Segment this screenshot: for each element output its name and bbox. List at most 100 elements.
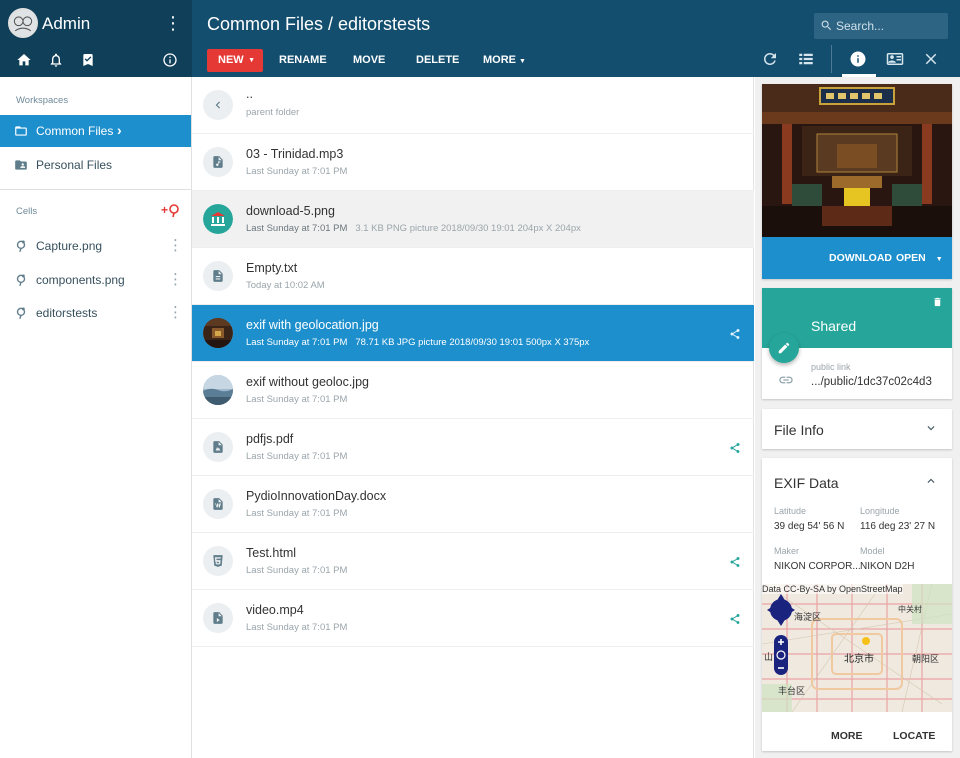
trash-icon[interactable]	[932, 296, 943, 308]
refresh-icon[interactable]	[761, 50, 779, 68]
delete-button[interactable]: DELETE	[416, 49, 459, 72]
map-pan-control[interactable]	[766, 590, 796, 630]
music-file-icon	[203, 147, 233, 177]
file-row[interactable]: 03 - Trinidad.mp3 Last Sunday at 7:01 PM	[192, 134, 754, 191]
user-header: Admin ⋮	[0, 0, 192, 77]
download-button[interactable]: DOWNLOAD	[829, 252, 892, 264]
sidebar-item-cell-capture[interactable]: Capture.png ⋮	[0, 230, 191, 262]
user-menu-icon[interactable]: ⋮	[164, 13, 182, 33]
file-row[interactable]: Empty.txt Today at 10:02 AM	[192, 248, 754, 305]
map-label: 朝阳区	[912, 654, 940, 664]
file-row[interactable]: video.mp4 Last Sunday at 7:01 PM	[192, 590, 754, 647]
file-name: video.mp4	[246, 603, 304, 617]
pdf-file-icon	[203, 432, 233, 462]
sidebar-divider	[0, 189, 191, 190]
move-button[interactable]: MOVE	[353, 49, 385, 72]
file-meta: Last Sunday at 7:01 PM	[246, 565, 348, 576]
info-panel-icon[interactable]	[849, 50, 867, 68]
details-card-icon[interactable]	[886, 50, 904, 68]
more-vert-icon[interactable]: ⋮	[168, 236, 183, 254]
preview-image[interactable]	[762, 84, 952, 237]
model-label: Model	[860, 546, 885, 556]
file-row[interactable]: download-5.png Last Sunday at 7:01 PM 3.…	[192, 191, 754, 248]
more-vert-icon[interactable]: ⋮	[168, 270, 183, 288]
link-icon	[778, 372, 794, 388]
close-icon[interactable]	[922, 50, 940, 68]
palace-thumb-icon	[203, 318, 233, 348]
file-list: .. parent folder 03 - Trinidad.mp3 Last …	[192, 77, 754, 758]
bell-icon[interactable]	[48, 52, 64, 68]
html5-file-icon	[203, 546, 233, 576]
latitude-value: 39 deg 54' 56 N	[774, 521, 845, 532]
file-meta: Last Sunday at 7:01 PM	[246, 508, 348, 519]
home-icon[interactable]	[16, 52, 32, 68]
more-vert-icon[interactable]: ⋮	[168, 303, 183, 321]
share-icon[interactable]	[729, 441, 741, 453]
share-icon[interactable]	[729, 327, 741, 339]
sidebar-item-personal-files[interactable]: Personal Files	[0, 149, 191, 181]
file-name: ..	[246, 87, 253, 101]
more-button[interactable]: MORE ▼	[483, 49, 526, 72]
location-map[interactable]: Data CC-By-SA by OpenStreetMap 海淀区 北京市 丰…	[762, 584, 952, 712]
rename-button[interactable]: RENAME	[279, 49, 327, 72]
file-row[interactable]: pdfjs.pdf Last Sunday at 7:01 PM	[192, 419, 754, 476]
file-row[interactable]: PydioInnovationDay.docx Last Sunday at 7…	[192, 476, 754, 533]
shared-title: Shared	[811, 318, 857, 334]
cell-icon	[14, 239, 28, 253]
share-icon[interactable]	[729, 555, 741, 567]
new-button[interactable]: NEW ▼	[207, 49, 263, 72]
add-cell-icon[interactable]: +	[161, 202, 181, 218]
sidebar-item-cell-components[interactable]: components.png ⋮	[0, 264, 191, 296]
map-label: 山	[764, 652, 774, 662]
quick-access-bar	[10, 52, 185, 70]
file-row[interactable]: Test.html Last Sunday at 7:01 PM	[192, 533, 754, 590]
list-view-icon[interactable]	[797, 50, 815, 68]
avatar[interactable]	[8, 8, 38, 38]
top-bar: Admin ⋮ Common Files / editorstests NEW ▼…	[0, 0, 960, 77]
map-label: 中关村	[898, 605, 922, 614]
public-link-value[interactable]: .../public/1dc37c02c4d3	[811, 376, 932, 388]
cell-icon	[14, 273, 28, 287]
file-info-title: File Info	[774, 422, 824, 438]
sidebar-item-cell-editorstests[interactable]: editorstests ⋮	[0, 297, 191, 329]
file-name: PydioInnovationDay.docx	[246, 489, 387, 503]
edit-share-button[interactable]	[769, 333, 799, 363]
open-button[interactable]: OPEN ▼	[896, 252, 943, 264]
info-panel: DOWNLOAD OPEN ▼ Shared public link .../pu…	[755, 77, 960, 758]
map-zoom-control[interactable]	[774, 635, 788, 675]
locate-button[interactable]: LOCATE	[893, 730, 935, 742]
share-icon[interactable]	[729, 612, 741, 624]
file-meta-line: Last Sunday at 7:01 PM 3.1 KB PNG pictur…	[246, 223, 581, 234]
user-name[interactable]: Admin	[42, 14, 90, 34]
svg-text:+: +	[161, 203, 168, 217]
preview-card: DOWNLOAD OPEN ▼	[762, 84, 952, 279]
search-input[interactable]	[836, 16, 941, 36]
sidebar-item-common-files[interactable]: Common Files ›	[0, 115, 191, 147]
workspaces-heading: Workspaces	[16, 95, 69, 106]
map-label: 海淀区	[794, 612, 822, 622]
sidebar-item-label: components.png	[36, 273, 125, 287]
caret-down-icon: ▼	[519, 58, 526, 65]
file-name: exif without geoloc.jpg	[246, 375, 369, 389]
search-box[interactable]	[814, 13, 948, 39]
bookmark-check-icon[interactable]	[80, 52, 96, 68]
chevron-up-icon[interactable]	[924, 474, 938, 488]
latitude-label: Latitude	[774, 506, 807, 516]
map-label: 丰台区	[778, 686, 806, 696]
map-label: 北京市	[844, 654, 874, 665]
maker-label: Maker	[774, 546, 800, 556]
chevron-down-icon[interactable]	[924, 421, 938, 435]
folder-open-icon	[14, 124, 28, 138]
file-row[interactable]: exif without geoloc.jpg Last Sunday at 7…	[192, 362, 754, 419]
info-icon[interactable]	[162, 52, 178, 68]
public-link-label: public link	[811, 362, 851, 372]
more-map-button[interactable]: MORE	[831, 730, 863, 742]
file-info-card[interactable]: File Info	[762, 409, 952, 449]
preview-actions: DOWNLOAD OPEN ▼	[762, 237, 952, 279]
page-title: Common Files / editorstests	[207, 14, 431, 34]
file-row-selected[interactable]: exif with geolocation.jpg Last Sunday at…	[192, 305, 754, 362]
exif-card: EXIF Data Latitude 39 deg 54' 56 N Longi…	[762, 458, 952, 751]
model-value: NIKON D2H	[860, 561, 915, 572]
caret-down-icon: ▼	[935, 256, 943, 263]
file-row-parent[interactable]: .. parent folder	[192, 77, 754, 134]
